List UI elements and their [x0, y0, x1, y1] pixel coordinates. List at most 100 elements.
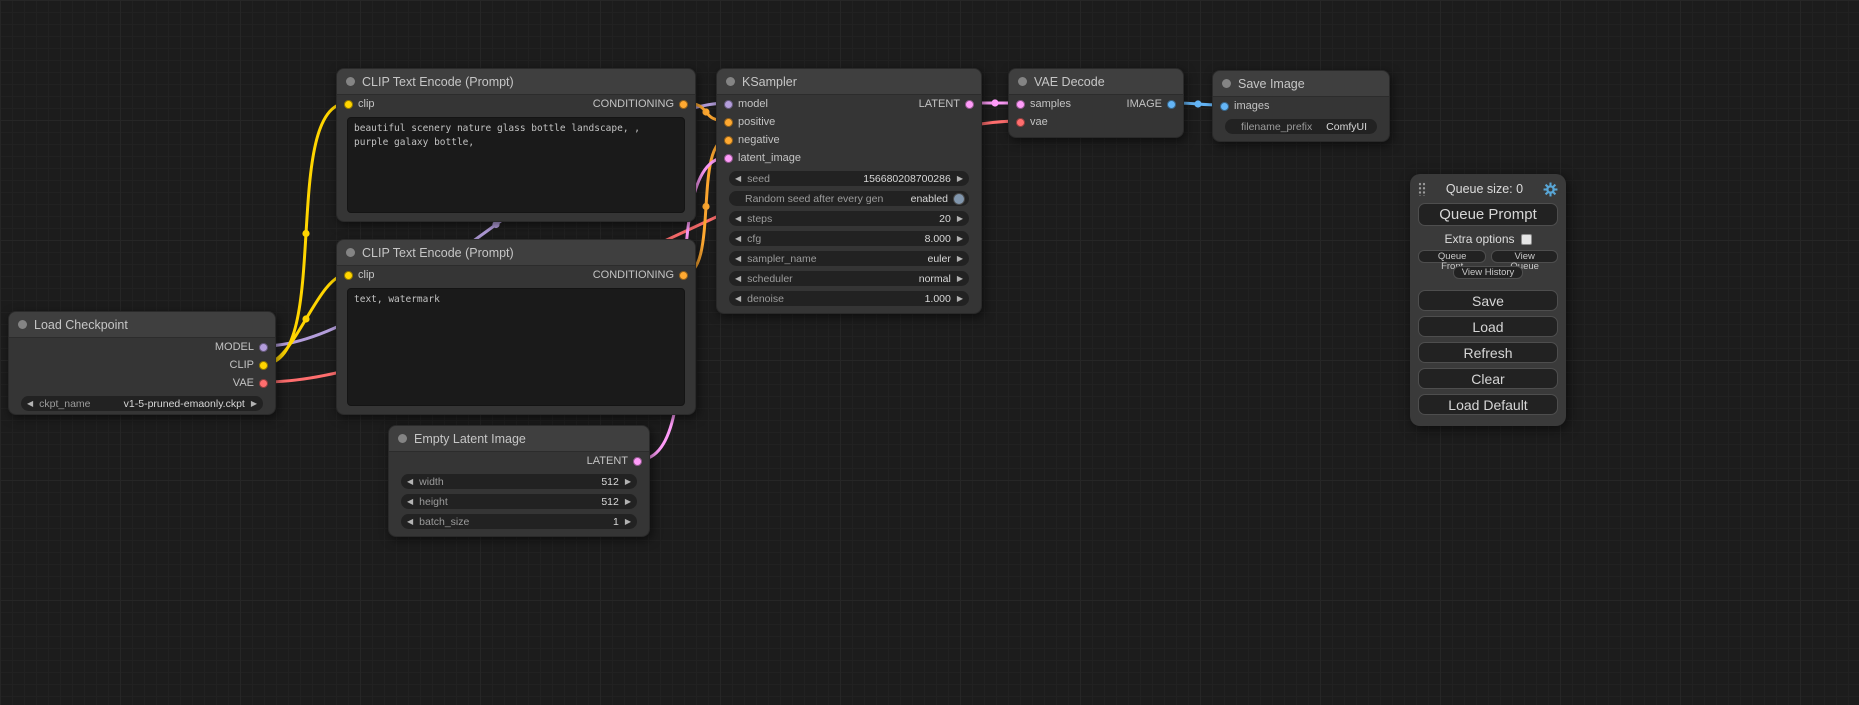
load-button[interactable]: Load — [1418, 316, 1558, 337]
collapse-dot[interactable] — [1018, 77, 1027, 86]
menu-actions: Save Load Refresh Clear Load Default — [1418, 290, 1558, 415]
node-load-checkpoint[interactable]: Load Checkpoint MODEL CLIP VAE ◀ ckpt_na… — [8, 311, 276, 415]
slot-dot-latent-output[interactable] — [965, 100, 974, 109]
slot-dot-samples-input[interactable] — [1016, 100, 1025, 109]
widget-value: euler — [927, 253, 950, 265]
decrement-arrow-icon[interactable]: ◀ — [735, 255, 741, 263]
node-ksampler[interactable]: KSampler model LATENT positive negative … — [716, 68, 982, 314]
collapse-dot[interactable] — [346, 77, 355, 86]
widget-cfg[interactable]: ◀ cfg 8.000 ▶ — [729, 231, 969, 246]
slot-dot-model[interactable] — [259, 343, 268, 352]
widget-value: 512 — [601, 476, 619, 488]
increment-arrow-icon[interactable]: ▶ — [957, 175, 963, 183]
node-title-bar[interactable]: KSampler — [717, 69, 981, 95]
widget-height[interactable]: ◀ height 512 ▶ — [401, 494, 637, 509]
increment-arrow-icon[interactable]: ▶ — [625, 498, 631, 506]
widget-value: 1 — [613, 516, 619, 528]
slot-dot-conditioning-output[interactable] — [679, 100, 688, 109]
node-vae-decode[interactable]: VAE Decode samples IMAGE vae — [1008, 68, 1184, 138]
node-title-bar[interactable]: VAE Decode — [1009, 69, 1183, 95]
node-title-bar[interactable]: Empty Latent Image — [389, 426, 649, 452]
extra-options-checkbox[interactable] — [1521, 234, 1532, 245]
slot-dot-image-output[interactable] — [1167, 100, 1176, 109]
drag-handle-icon[interactable] — [1418, 182, 1426, 196]
slot-label: CONDITIONING — [593, 98, 674, 110]
clear-button[interactable]: Clear — [1418, 368, 1558, 389]
slot-dot-negative-input[interactable] — [724, 136, 733, 145]
slot-dot-clip-input[interactable] — [344, 100, 353, 109]
random-seed-toggle[interactable] — [953, 193, 965, 205]
widget-value: enabled — [911, 193, 948, 205]
input-slot-vae: vae — [1009, 113, 1183, 131]
decrement-arrow-icon[interactable]: ◀ — [735, 235, 741, 243]
view-history-button[interactable]: View History — [1453, 266, 1524, 279]
node-clip-text-encode-negative[interactable]: CLIP Text Encode (Prompt) clip CONDITION… — [336, 239, 696, 415]
slot-dot-vae[interactable] — [259, 379, 268, 388]
increment-arrow-icon[interactable]: ▶ — [957, 295, 963, 303]
comfy-menu-panel[interactable]: Queue size: 0 Queue Prompt Extra options… — [1410, 174, 1566, 426]
decrement-arrow-icon[interactable]: ◀ — [735, 275, 741, 283]
node-empty-latent-image[interactable]: Empty Latent Image LATENT ◀ width 512 ▶ … — [388, 425, 650, 537]
decrement-arrow-icon[interactable]: ◀ — [735, 175, 741, 183]
decrement-arrow-icon[interactable]: ◀ — [735, 215, 741, 223]
slot-dot-conditioning-output[interactable] — [679, 271, 688, 280]
decrement-arrow-icon[interactable]: ◀ — [735, 295, 741, 303]
queue-prompt-button[interactable]: Queue Prompt — [1418, 203, 1558, 226]
graph-canvas[interactable]: Load Checkpoint MODEL CLIP VAE ◀ ckpt_na… — [0, 0, 1859, 705]
widget-seed[interactable]: ◀ seed 156680208700286 ▶ — [729, 171, 969, 186]
refresh-button[interactable]: Refresh — [1418, 342, 1558, 363]
increment-arrow-icon[interactable]: ▶ — [957, 235, 963, 243]
collapse-dot[interactable] — [726, 77, 735, 86]
slot-dot-clip[interactable] — [259, 361, 268, 370]
view-queue-button[interactable]: View Queue — [1491, 250, 1558, 263]
collapse-dot[interactable] — [398, 434, 407, 443]
widget-name: filename_prefix — [1241, 121, 1320, 133]
node-title-bar[interactable]: Load Checkpoint — [9, 312, 275, 338]
slot-row-samples-image: samples IMAGE — [1009, 95, 1183, 113]
slot-dot-images-input[interactable] — [1220, 102, 1229, 111]
queue-front-button[interactable]: Queue Front — [1418, 250, 1486, 263]
increment-arrow-icon[interactable]: ▶ — [957, 255, 963, 263]
widget-name: width — [419, 476, 595, 488]
widget-width[interactable]: ◀ width 512 ▶ — [401, 474, 637, 489]
widget-ckpt-name[interactable]: ◀ ckpt_name v1-5-pruned-emaonly.ckpt ▶ — [21, 396, 263, 411]
widget-denoise[interactable]: ◀ denoise 1.000 ▶ — [729, 291, 969, 306]
node-title-bar[interactable]: CLIP Text Encode (Prompt) — [337, 240, 695, 266]
slot-dot-clip-input[interactable] — [344, 271, 353, 280]
collapse-dot[interactable] — [1222, 79, 1231, 88]
prompt-textarea[interactable]: beautiful scenery nature glass bottle la… — [347, 117, 685, 213]
decrement-arrow-icon[interactable]: ◀ — [407, 478, 413, 486]
decrement-arrow-icon[interactable]: ◀ — [27, 400, 33, 408]
increment-arrow-icon[interactable]: ▶ — [957, 215, 963, 223]
slot-dot-latent-image-input[interactable] — [724, 154, 733, 163]
slot-dot-latent-output[interactable] — [633, 457, 642, 466]
slot-dot-vae-input[interactable] — [1016, 118, 1025, 127]
input-slot-negative: negative — [717, 131, 981, 149]
increment-arrow-icon[interactable]: ▶ — [625, 478, 631, 486]
decrement-arrow-icon[interactable]: ◀ — [407, 518, 413, 526]
save-button[interactable]: Save — [1418, 290, 1558, 311]
increment-arrow-icon[interactable]: ▶ — [251, 400, 257, 408]
slot-dot-model-input[interactable] — [724, 100, 733, 109]
node-title-bar[interactable]: Save Image — [1213, 71, 1389, 97]
increment-arrow-icon[interactable]: ▶ — [625, 518, 631, 526]
widget-steps[interactable]: ◀ steps 20 ▶ — [729, 211, 969, 226]
collapse-dot[interactable] — [18, 320, 27, 329]
widget-sampler-name[interactable]: ◀ sampler_name euler ▶ — [729, 251, 969, 266]
increment-arrow-icon[interactable]: ▶ — [957, 275, 963, 283]
widget-batch-size[interactable]: ◀ batch_size 1 ▶ — [401, 514, 637, 529]
widget-scheduler[interactable]: ◀ scheduler normal ▶ — [729, 271, 969, 286]
prompt-textarea[interactable]: text, watermark — [347, 288, 685, 406]
node-save-image[interactable]: Save Image images filename_prefix ComfyU… — [1212, 70, 1390, 142]
widget-name: seed — [747, 173, 857, 185]
collapse-dot[interactable] — [346, 248, 355, 257]
slot-label: latent_image — [738, 152, 801, 164]
widget-filename-prefix[interactable]: filename_prefix ComfyUI — [1225, 119, 1377, 134]
load-default-button[interactable]: Load Default — [1418, 394, 1558, 415]
slot-dot-positive-input[interactable] — [724, 118, 733, 127]
node-title-bar[interactable]: CLIP Text Encode (Prompt) — [337, 69, 695, 95]
widget-random-seed[interactable]: Random seed after every gen enabled — [729, 191, 969, 206]
node-clip-text-encode-positive[interactable]: CLIP Text Encode (Prompt) clip CONDITION… — [336, 68, 696, 222]
settings-gear-icon[interactable] — [1543, 182, 1558, 197]
decrement-arrow-icon[interactable]: ◀ — [407, 498, 413, 506]
